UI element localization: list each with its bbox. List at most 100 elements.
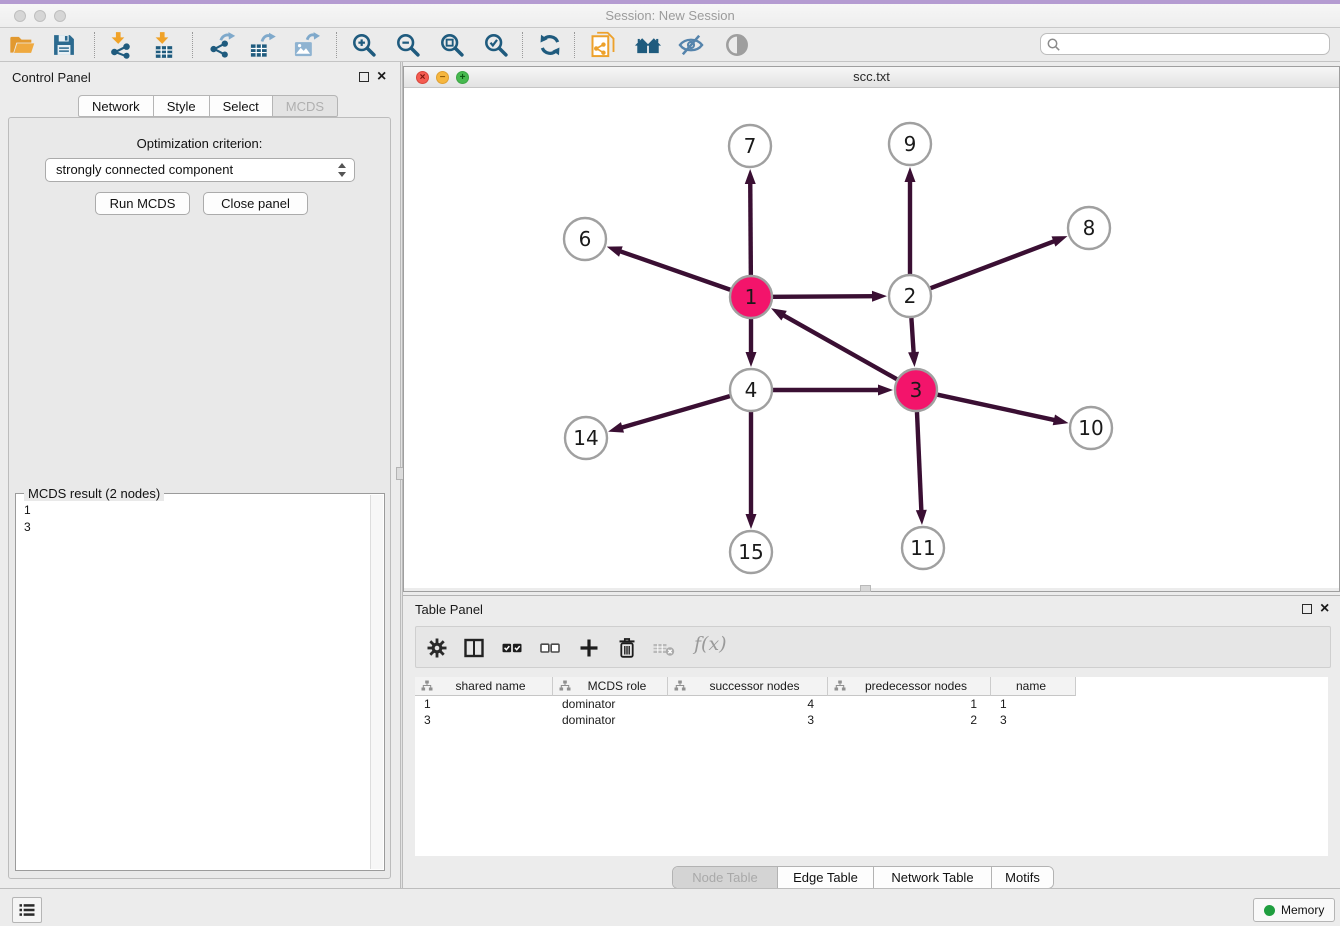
float-panel-icon[interactable] (1302, 604, 1312, 614)
cell-shared_name[interactable]: 1 (415, 696, 553, 712)
table-row[interactable]: 1dominator411 (415, 696, 1328, 712)
tab-node-table[interactable]: Node Table (673, 867, 777, 888)
column-header-predecessor-nodes[interactable]: predecessor nodes (828, 677, 991, 696)
mcds-result-text: 1 3 (16, 498, 368, 540)
session-title: Session: New Session (0, 4, 1340, 27)
node-9[interactable]: 9 (889, 123, 931, 165)
edge-1-4[interactable] (746, 319, 757, 367)
edge-3-1[interactable] (771, 308, 897, 379)
tab-mcds[interactable]: MCDS (273, 95, 338, 117)
close-panel-icon[interactable]: × (1320, 602, 1329, 616)
close-panel-icon[interactable]: × (377, 70, 386, 84)
memory-status-icon (1264, 905, 1275, 916)
zoom-selected-icon[interactable] (482, 31, 510, 59)
memory-button[interactable]: Memory (1253, 898, 1335, 922)
window-titlebar[interactable]: Session: New Session (0, 4, 1340, 28)
edge-3-10[interactable] (937, 395, 1068, 426)
export-network-icon[interactable] (208, 31, 236, 59)
open-session-icon[interactable] (8, 31, 36, 59)
criterion-dropdown[interactable]: strongly connected component (45, 158, 355, 182)
column-header-shared-name[interactable]: shared name (415, 677, 553, 696)
node-7[interactable]: 7 (729, 125, 771, 167)
select-all-columns-icon[interactable] (500, 636, 524, 660)
tab-network-table[interactable]: Network Table (873, 867, 991, 888)
node-15[interactable]: 15 (730, 531, 772, 573)
network-canvas[interactable]: 7 9 6 8 1 2 4 3 14 10 15 11 (404, 88, 1339, 588)
network-frame-titlebar[interactable]: × − + scc.txt (404, 67, 1339, 88)
node-2[interactable]: 2 (889, 275, 931, 317)
cell-name[interactable]: 3 (991, 712, 1076, 728)
criterion-dropdown-value: strongly connected component (56, 159, 233, 181)
node-1[interactable]: 1 (730, 276, 772, 318)
cell-predecessor_nodes[interactable]: 1 (828, 696, 991, 712)
tab-style[interactable]: Style (154, 95, 210, 117)
splitter-handle[interactable] (860, 585, 871, 592)
node-8[interactable]: 8 (1068, 207, 1110, 249)
deselect-all-columns-icon[interactable] (538, 636, 562, 660)
edge-2-9[interactable] (905, 167, 916, 274)
edge-4-14[interactable] (608, 396, 730, 433)
node-4[interactable]: 4 (730, 369, 772, 411)
cell-name[interactable]: 1 (991, 696, 1076, 712)
cell-successor_nodes[interactable]: 3 (668, 712, 828, 728)
split-table-view-icon[interactable] (462, 636, 486, 660)
hide-graphics-details-icon[interactable] (677, 31, 705, 59)
edge-4-3[interactable] (773, 385, 893, 396)
node-11[interactable]: 11 (902, 527, 944, 569)
run-mcds-button[interactable]: Run MCDS (95, 192, 190, 215)
cytoscape-window: Session: New Session (0, 0, 1340, 926)
zoom-fit-icon[interactable] (438, 31, 466, 59)
edge-2-8[interactable] (931, 236, 1068, 288)
table-settings-icon[interactable] (425, 636, 449, 660)
import-network-icon[interactable] (106, 31, 134, 59)
cell-mcds_role[interactable]: dominator (553, 712, 668, 728)
tab-motifs[interactable]: Motifs (991, 867, 1053, 888)
delete-columns-icon[interactable] (615, 636, 639, 660)
column-tree-icon (834, 680, 846, 692)
node-3[interactable]: 3 (895, 369, 937, 411)
edge-1-6[interactable] (607, 246, 731, 289)
close-panel-button[interactable]: Close panel (203, 192, 308, 215)
cell-shared_name[interactable]: 3 (415, 712, 553, 728)
search-input[interactable] (1065, 35, 1323, 53)
edge-3-11[interactable] (916, 412, 927, 525)
cell-mcds_role[interactable]: dominator (553, 696, 668, 712)
tab-select[interactable]: Select (210, 95, 273, 117)
export-table-icon[interactable] (248, 31, 276, 59)
task-history-button[interactable] (12, 897, 42, 923)
add-column-icon[interactable] (577, 636, 601, 660)
home-icon[interactable] (634, 31, 662, 59)
refresh-layout-icon[interactable] (536, 31, 564, 59)
export-image-icon[interactable] (292, 31, 320, 59)
node-10[interactable]: 10 (1070, 407, 1112, 449)
edge-1-2[interactable] (773, 291, 887, 302)
save-session-icon[interactable] (50, 31, 78, 59)
import-table-icon[interactable] (150, 31, 178, 59)
column-header-name[interactable]: name (991, 677, 1076, 696)
zoom-in-icon[interactable] (350, 31, 378, 59)
tab-edge-table[interactable]: Edge Table (777, 867, 873, 888)
network-graph-svg: 7 9 6 8 1 2 4 3 14 10 15 11 (404, 88, 1339, 588)
tab-network[interactable]: Network (78, 95, 154, 117)
edge-1-7[interactable] (745, 169, 756, 275)
table-row[interactable]: 3dominator323 (415, 712, 1328, 728)
zoom-out-icon[interactable] (394, 31, 422, 59)
table-panel-tabs: Node TableEdge TableNetwork TableMotifs (672, 866, 1054, 889)
show-graphics-details-icon[interactable] (723, 31, 751, 59)
search-field[interactable] (1040, 33, 1330, 55)
float-panel-icon[interactable] (359, 72, 369, 82)
mcds-panel: Optimization criterion: strongly connect… (8, 117, 391, 879)
cell-predecessor_nodes[interactable]: 2 (828, 712, 991, 728)
edge-4-15[interactable] (746, 412, 757, 529)
new-network-from-selection-icon[interactable] (589, 31, 617, 59)
node-14[interactable]: 14 (565, 417, 607, 459)
result-scrollbar[interactable] (370, 495, 383, 869)
column-tree-icon (674, 680, 686, 692)
memory-label: Memory (1281, 899, 1324, 921)
column-header-mcds-role[interactable]: MCDS role (553, 677, 668, 696)
column-header-successor-nodes[interactable]: successor nodes (668, 677, 828, 696)
cell-successor_nodes[interactable]: 4 (668, 696, 828, 712)
edge-2-3[interactable] (908, 318, 919, 367)
search-icon (1046, 37, 1062, 53)
node-6[interactable]: 6 (564, 218, 606, 260)
